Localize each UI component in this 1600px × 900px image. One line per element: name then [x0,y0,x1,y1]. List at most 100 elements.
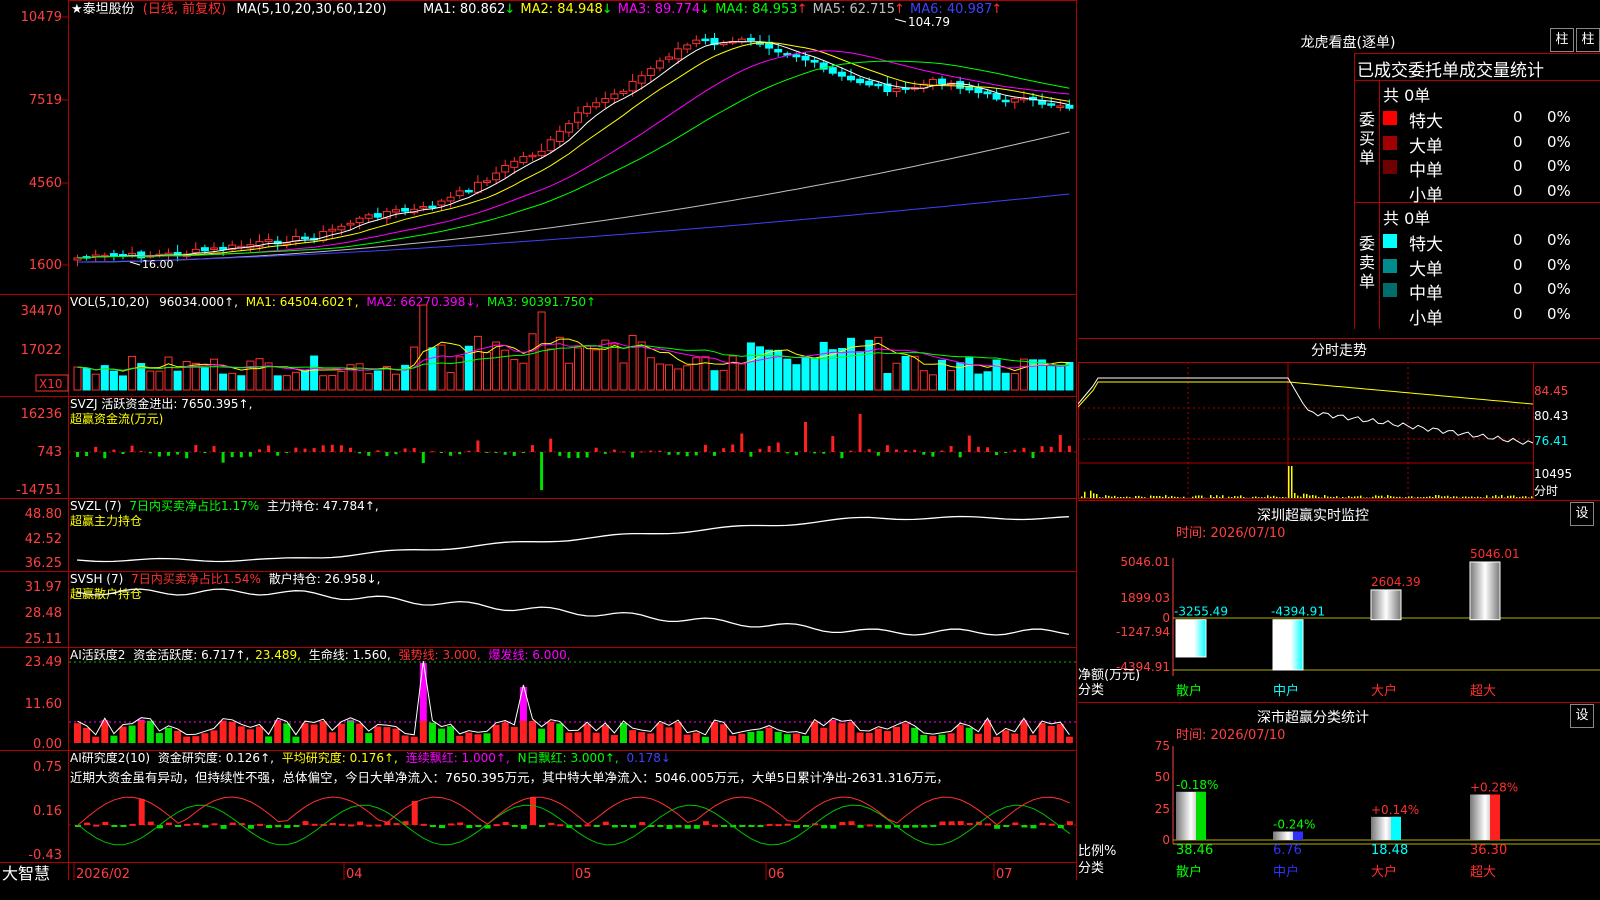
research-bar [284,825,291,829]
intraday-price-line [1078,377,1534,445]
class-settings-button[interactable]: 设 [1570,704,1594,728]
volume-bar [109,370,118,391]
volume-bar [382,366,391,391]
ai-research-ytick: 0.16 [33,804,62,819]
stock-chart-area[interactable]: 10479 7519 4560 1600 ★泰坦股份 (日线, 前复权) MA(… [0,0,1077,900]
fund-flow-bar [949,445,953,452]
intraday-volume-bar [1453,496,1455,498]
activity-bar [465,732,473,743]
research-bar [520,825,527,829]
activity-bar [419,721,427,743]
fund-flow-bar [258,449,261,452]
fund-flow-bar [458,452,462,455]
activity-bar [1011,733,1019,743]
research-bar [411,801,418,825]
order-color-swatch [1383,234,1397,248]
volume-bar [892,362,901,391]
intraday-volume-bar [1519,496,1521,498]
monitor-bar [1370,589,1402,621]
research-bar [1021,825,1028,828]
intraday-volume-bar [1513,495,1515,498]
order-row: 特大 0 0% [1383,106,1600,132]
fund-flow-bar [713,452,716,456]
fund-flow-bar [248,452,252,457]
research-bar [602,821,609,825]
ma120-line [77,193,1070,263]
fund-flow-bar [449,452,453,456]
svg-text:AI研究度2(10) 资金研究度: 0.126↑,: AI研究度2(10) 资金研究度: 0.126↑, 平均研究度: 0.176↑,… [70,750,671,765]
volume-bar [510,358,519,391]
research-bar [448,823,455,826]
research-bar [366,824,373,827]
candle-body [938,78,946,85]
volume-bar [1029,359,1037,391]
fund-flow-bar [585,452,589,458]
intraday-volume-bar [1261,497,1263,498]
x-axis-label: 2026/02 [76,867,130,882]
volume-bar [564,362,573,391]
chart-mode-button[interactable]: 柱 [1576,28,1600,52]
activity-bar [292,736,300,743]
research-bar [1030,825,1037,829]
bar-mode-button[interactable]: 柱 [1550,28,1574,52]
volume-bar [847,337,855,391]
activity-bar [574,732,582,743]
activity-bar [665,727,673,743]
volume-bar [473,335,482,391]
svzl-sub: 超赢主力持仓 [70,513,142,528]
intraday-volume-bar [1444,496,1446,498]
intraday-volume-bar [1531,496,1533,498]
activity-bar-top [274,720,282,721]
intraday-volume-bar [1258,497,1260,498]
fund-flow-bar [203,452,207,453]
candle-body [301,236,309,240]
research-bar [120,825,127,827]
order-percent: 0% [1547,231,1571,249]
intraday-volume-bar [1219,496,1221,498]
fund-flow-bar [221,452,225,463]
activity-bar [274,721,282,743]
activity-bar [947,733,955,743]
fund-flow-bar [376,450,380,452]
activity-bar [374,726,382,743]
main-ytick: 4560 [29,176,62,191]
fund-flow-bar [503,452,507,455]
svsh-sub: 超赢散户持仓 [70,586,142,601]
research-bar [593,825,600,827]
intraday-volume-bar [1303,493,1305,498]
fund-flow-bar [185,452,189,459]
intraday-volume-bar [1108,495,1110,498]
research-bar [393,823,400,826]
research-bar [839,821,846,825]
fund-flow-bar [467,450,471,452]
intraday-volume-bar [1231,497,1233,498]
volume-bar [674,368,683,391]
intraday-volume-bar [1297,495,1299,498]
candle-body [464,189,473,193]
activity-bar [1029,735,1037,743]
fund-flow-bar [85,452,89,457]
intraday-chart[interactable]: 84.45 80.43 76.41 10495 分时 [1078,362,1600,502]
monitor-category: 中户 [1273,683,1299,699]
svg-text:SVSH (7) 7日内买卖净占比1.54%: SVSH (7) 7日内买卖净占比1.54% 散户持仓: 26.958↓, [70,571,380,586]
activity-bar [456,735,464,743]
vol-ytick: 17022 [21,343,62,358]
research-bar [757,825,764,827]
activity-bar [410,736,418,743]
fund-flow-bar [603,452,607,454]
research-bar [666,825,673,829]
intraday-volume-bar [1198,495,1200,498]
research-bar [657,825,664,827]
volume-bar [701,356,710,391]
volume-bar [364,373,373,391]
intraday-volume-bar [1432,497,1434,498]
activity-bar-top [1020,720,1028,721]
fund-flow-bar [694,452,698,456]
activity-bar [256,726,263,743]
monitor-settings-button[interactable]: 设 [1570,502,1594,526]
chart-mode[interactable]: (日线, 前复权) [143,1,226,17]
candle-body [264,239,273,243]
intraday-volume-bar [1450,497,1452,498]
volume-bar [901,355,910,391]
volume-bar [446,371,455,391]
